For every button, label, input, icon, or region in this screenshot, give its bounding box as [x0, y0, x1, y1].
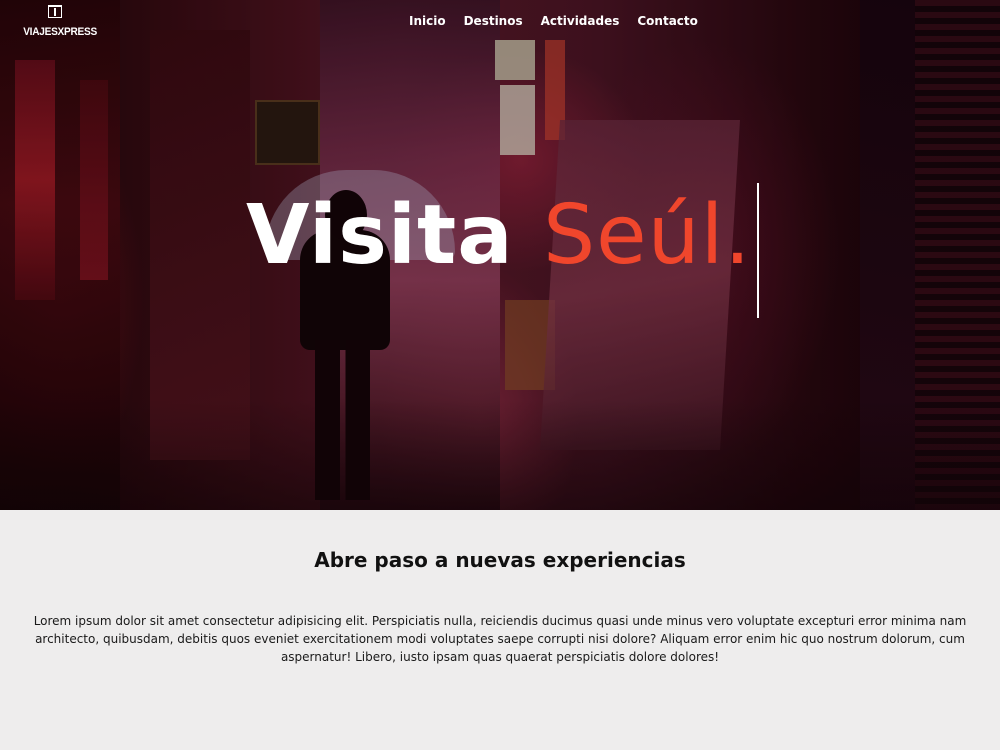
hero-title: Visita Seúl. [246, 195, 751, 277]
section-body: Lorem ipsum dolor sit amet consectetur a… [33, 614, 967, 664]
nav-link-inicio[interactable]: Inicio [409, 14, 446, 28]
hero-section: VIAJESXPRESS Inicio Destinos Actividades… [0, 0, 1000, 510]
nav-link-destinos[interactable]: Destinos [464, 14, 523, 28]
hero-title-main: Visita [246, 188, 544, 283]
logo-text: VIAJESXPRESS [23, 26, 97, 38]
typing-cursor [757, 183, 759, 318]
intro-section: Abre paso a nuevas experiencias Lorem ip… [0, 510, 1000, 750]
nav-link-contacto[interactable]: Contacto [637, 14, 698, 28]
hero-title-accent: Seúl. [543, 188, 752, 283]
brand-logo[interactable]: VIAJESXPRESS [20, 5, 97, 39]
nav-link-actividades[interactable]: Actividades [541, 14, 620, 28]
main-nav: Inicio Destinos Actividades Contacto [409, 14, 716, 28]
logo-icon [48, 5, 62, 18]
section-title: Abre paso a nuevas experiencias [314, 548, 686, 572]
